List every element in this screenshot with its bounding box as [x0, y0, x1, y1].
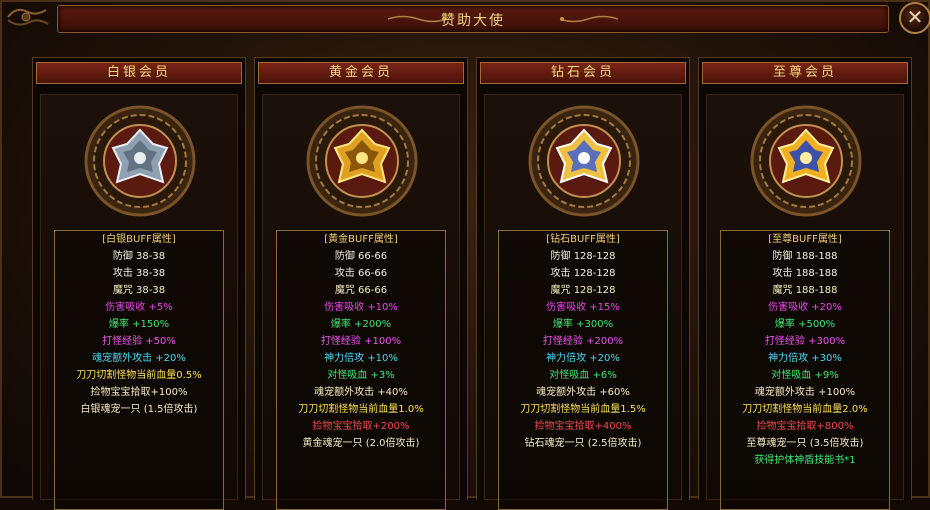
buff-stat-line: 对怪吸血 +9%	[771, 370, 839, 381]
tier-panel: 白银会员 [白银BUFF属性] 防御 38-38 攻击 38-38 魔咒 38-38 伤害…	[32, 57, 246, 510]
buff-stat-line: 魔咒 66-66	[334, 285, 388, 296]
buff-stat-line: [黄金BUFF属性]	[324, 234, 398, 245]
buff-stat-line: 白银魂宠一只 (1.5倍攻击)	[80, 404, 198, 415]
corner-ornament-icon	[7, 8, 49, 26]
buff-stat-line: 刀刀切割怪物当前血量1.0%	[298, 404, 424, 415]
buff-stats-box: [至尊BUFF属性] 防御 188-188 攻击 188-188 魔咒 188-188…	[720, 230, 890, 510]
tier-title: 至尊会员	[772, 65, 837, 80]
buff-stat-line: 神力倍攻 +10%	[324, 353, 398, 364]
buff-stat-line: [白银BUFF属性]	[102, 234, 176, 245]
window-title: 赞助大使	[441, 13, 505, 29]
buff-stat-line: 获得护体神盾技能书*1	[754, 455, 856, 466]
buff-stat-line: 伤害吸收 +5%	[105, 302, 173, 313]
buff-stat-line: 对怪吸血 +3%	[327, 370, 395, 381]
buff-stat-line: 捡物宝宝拾取+100%	[90, 387, 188, 398]
close-button[interactable]: ✕	[899, 2, 930, 34]
buff-stat-line: 刀刀切割怪物当前血量0.5%	[76, 370, 202, 381]
tier-header: 黄金会员	[258, 62, 464, 84]
tier-title: 钻石会员	[550, 65, 615, 80]
tier-header: 钻石会员	[480, 62, 686, 84]
buff-stat-line: 刀刀切割怪物当前血量2.0%	[742, 404, 868, 415]
sponsor-window: 赞助大使 ✕ 白银会员 [白银BUFF属性] 防御 38-38 攻击 38-38 魔咒 …	[0, 0, 930, 510]
buff-stat-line: 捡物宝宝拾取+400%	[534, 421, 632, 432]
buff-stat-line: 攻击 66-66	[334, 268, 388, 279]
buff-stat-line: 打怪经验 +200%	[542, 336, 624, 347]
buff-stat-line: 神力倍攻 +20%	[546, 353, 620, 364]
buff-stat-line: 防御 66-66	[334, 251, 388, 262]
tier-panel: 至尊会员 [至尊BUFF属性] 防御 188-188 攻击 188-188 魔咒 188…	[698, 57, 912, 510]
tier-panel: 黄金会员 [黄金BUFF属性] 防御 66-66 攻击 66-66 魔咒 66-66 伤害…	[254, 57, 468, 510]
buff-stat-line: 对怪吸血 +6%	[549, 370, 617, 381]
buff-stat-line: 魔咒 128-128	[550, 285, 616, 296]
buff-stat-line: 攻击 188-188	[772, 268, 838, 279]
buff-stat-line: 捡物宝宝拾取+200%	[312, 421, 410, 432]
title-bar[interactable]: 赞助大使	[57, 5, 889, 33]
buff-stat-line: 防御 188-188	[772, 251, 838, 262]
buff-stat-line: 防御 38-38	[112, 251, 166, 262]
gold-emblem-icon	[306, 105, 418, 217]
title-ornament-right-icon	[559, 15, 618, 23]
buff-stat-line: 伤害吸收 +20%	[768, 302, 842, 313]
tier-header: 白银会员	[36, 62, 242, 84]
diamond-emblem-icon	[528, 105, 640, 217]
buff-stat-line: 捡物宝宝拾取+800%	[756, 421, 854, 432]
buff-stat-line: 爆率 +200%	[330, 319, 392, 330]
buff-stat-line: 打怪经验 +300%	[764, 336, 846, 347]
buff-stat-line: 爆率 +150%	[108, 319, 170, 330]
silver-emblem-icon	[84, 105, 196, 217]
tier-panel: 钻石会员 [钻石BUFF属性] 防御 128-128 攻击 128-128 魔咒 128…	[476, 57, 690, 510]
supreme-emblem-icon	[750, 105, 862, 217]
buff-stat-line: 伤害吸收 +10%	[324, 302, 398, 313]
buff-stat-line: 魂宠额外攻击 +100%	[754, 387, 856, 398]
tier-header: 至尊会员	[702, 62, 908, 84]
buff-stat-line: 魂宠额外攻击 +60%	[536, 387, 630, 398]
buff-stat-line: 打怪经验 +50%	[102, 336, 176, 347]
buff-stats-box: [钻石BUFF属性] 防御 128-128 攻击 128-128 魔咒 128-128…	[498, 230, 668, 510]
buff-stat-line: 黄金魂宠一只 (2.0倍攻击)	[302, 438, 420, 449]
buff-stat-line: 魂宠额外攻击 +20%	[92, 353, 186, 364]
buff-stat-line: 魂宠额外攻击 +40%	[314, 387, 408, 398]
tier-title: 白银会员	[106, 65, 171, 80]
buff-stat-line: 钻石魂宠一只 (2.5倍攻击)	[524, 438, 642, 449]
buff-stat-line: [钻石BUFF属性]	[546, 234, 620, 245]
buff-stat-line: 爆率 +500%	[774, 319, 836, 330]
buff-stat-line: 神力倍攻 +30%	[768, 353, 842, 364]
buff-stat-line: 魔咒 188-188	[772, 285, 838, 296]
buff-stat-line: 刀刀切割怪物当前血量1.5%	[520, 404, 646, 415]
buff-stat-line: 攻击 38-38	[112, 268, 166, 279]
buff-stats-box: [白银BUFF属性] 防御 38-38 攻击 38-38 魔咒 38-38 伤害吸收 +…	[54, 230, 224, 510]
buff-stat-line: [至尊BUFF属性]	[768, 234, 842, 245]
buff-stat-line: 攻击 128-128	[550, 268, 616, 279]
buff-stat-line: 伤害吸收 +15%	[546, 302, 620, 313]
buff-stat-line: 至尊魂宠一只 (3.5倍攻击)	[746, 438, 864, 449]
buff-stats-box: [黄金BUFF属性] 防御 66-66 攻击 66-66 魔咒 66-66 伤害吸收 +…	[276, 230, 446, 510]
buff-stat-line: 爆率 +300%	[552, 319, 614, 330]
buff-stat-line: 防御 128-128	[550, 251, 616, 262]
tier-title: 黄金会员	[328, 65, 393, 80]
buff-stat-line: 魔咒 38-38	[112, 285, 166, 296]
buff-stat-line: 打怪经验 +100%	[320, 336, 402, 347]
